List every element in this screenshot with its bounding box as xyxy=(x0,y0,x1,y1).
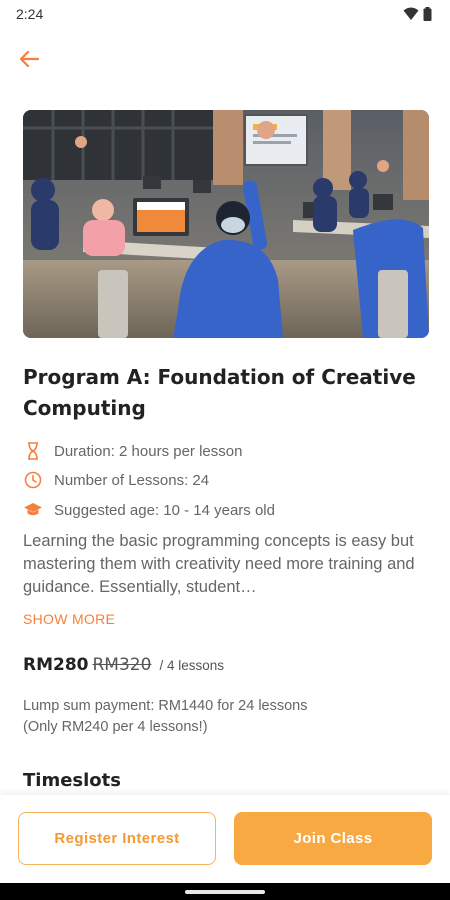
lessons-row: Number of Lessons: 24 xyxy=(23,470,209,490)
age-text: Suggested age: 10 - 14 years old xyxy=(54,501,275,519)
system-navigation-bar xyxy=(0,883,450,900)
price-row: RM280 RM320 / 4 lessons xyxy=(23,655,224,675)
duration-text: Duration: 2 hours per lesson xyxy=(54,442,243,460)
hourglass-icon xyxy=(23,441,43,461)
timeslots-heading: Timeslots xyxy=(23,770,121,791)
age-row: Suggested age: 10 - 14 years old xyxy=(23,500,275,520)
price-unit: / 4 lessons xyxy=(159,658,224,673)
lump-sum-line: Lump sum payment: RM1440 for 24 lessons xyxy=(23,698,308,714)
back-button[interactable] xyxy=(14,44,44,74)
program-hero-image xyxy=(23,110,429,338)
lump-sum-info: Lump sum payment: RM1440 for 24 lessons … xyxy=(23,696,308,738)
show-more-link[interactable]: SHOW MORE xyxy=(23,611,115,627)
status-time: 2:24 xyxy=(16,6,44,22)
bottom-action-bar: Register Interest Join Class xyxy=(0,795,450,883)
classroom-photo xyxy=(23,110,429,338)
arrow-left-icon xyxy=(19,50,40,68)
battery-icon xyxy=(423,7,432,21)
lessons-text: Number of Lessons: 24 xyxy=(54,471,210,489)
status-icons xyxy=(403,7,432,21)
duration-row: Duration: 2 hours per lesson xyxy=(23,441,242,461)
register-interest-button[interactable]: Register Interest xyxy=(18,812,216,865)
program-title: Program A: Foundation of Creative Comput… xyxy=(23,365,416,420)
price-current: RM280 xyxy=(23,655,89,675)
join-class-button[interactable]: Join Class xyxy=(234,812,432,865)
lump-sum-note: (Only RM240 per 4 lessons!) xyxy=(23,719,208,735)
price-original: RM320 xyxy=(92,655,152,675)
clock-icon xyxy=(23,470,43,490)
graduation-cap-icon xyxy=(23,500,43,520)
home-gesture-handle[interactable] xyxy=(185,890,265,894)
status-bar: 2:24 xyxy=(0,0,450,28)
program-description: Learning the basic programming concepts … xyxy=(23,532,415,596)
wifi-icon xyxy=(403,7,419,20)
